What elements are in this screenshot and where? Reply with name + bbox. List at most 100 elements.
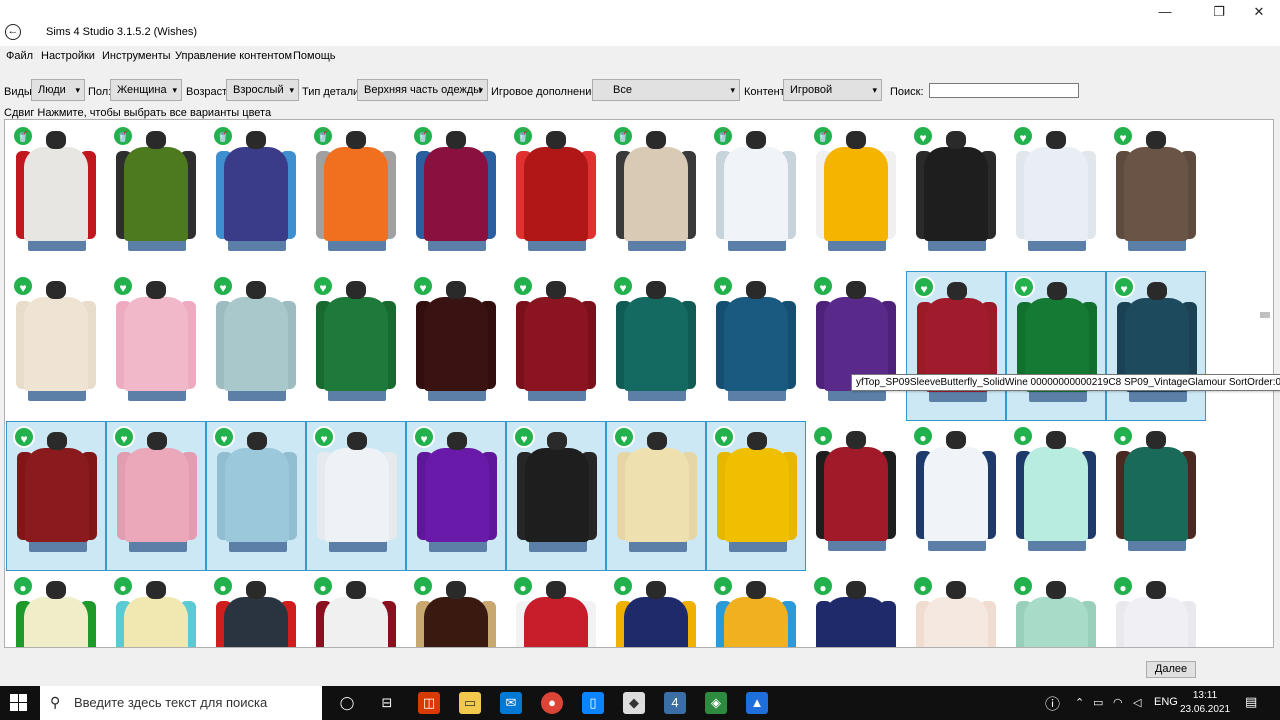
sim-head xyxy=(146,281,166,299)
item-thumbnail xyxy=(116,131,196,251)
item-tile[interactable]: 🥤 xyxy=(6,121,106,271)
item-tile[interactable]: ♥ xyxy=(606,421,706,571)
item-tile[interactable]: ♥ xyxy=(706,271,806,421)
item-tile[interactable]: ● xyxy=(906,421,1006,571)
tray-chevron-icon[interactable]: ⌃ xyxy=(1075,696,1084,709)
item-tile[interactable]: ● xyxy=(806,571,906,647)
item-tile[interactable]: 🥤 xyxy=(406,121,506,271)
gender-select[interactable]: Женщина ▾ xyxy=(110,79,182,101)
phone-icon[interactable]: ▯ xyxy=(582,692,604,714)
title-bar: ← Sims 4 Studio 3.1.5.2 (Wishes) — ❐ ✕ xyxy=(0,0,1280,46)
item-tile[interactable]: 🥤 xyxy=(506,121,606,271)
item-tile[interactable]: 🥤 xyxy=(306,121,406,271)
back-arrow-icon[interactable]: ← xyxy=(5,24,21,40)
part-type-value: Верхняя часть одежды xyxy=(364,84,482,96)
item-tile[interactable]: ● xyxy=(206,571,306,647)
package-icon[interactable]: ◆ xyxy=(623,692,645,714)
close-button[interactable]: ✕ xyxy=(1236,0,1280,24)
menu-help[interactable]: Помощь xyxy=(293,50,336,62)
item-tile[interactable]: ♥ xyxy=(6,421,106,571)
maps-icon[interactable]: ◈ xyxy=(705,692,727,714)
item-tile[interactable]: ● xyxy=(106,571,206,647)
volume-icon[interactable]: ◁ xyxy=(1133,696,1141,709)
item-thumbnail xyxy=(516,131,596,251)
part-type-select[interactable]: Верхняя часть одежды ▾ xyxy=(357,79,488,101)
sim-head xyxy=(546,281,566,299)
item-tile[interactable]: ♥ xyxy=(106,421,206,571)
taskbar-search[interactable]: ⚲ Введите здесь текст для поиска xyxy=(40,686,322,720)
item-tile[interactable]: ♥ xyxy=(206,421,306,571)
sims4studio-icon[interactable]: 4 xyxy=(664,692,686,714)
item-tile[interactable]: ● xyxy=(706,571,806,647)
menu-tools[interactable]: Инструменты xyxy=(102,50,171,62)
item-tile[interactable]: ● xyxy=(906,571,1006,647)
sim-head xyxy=(346,281,366,299)
item-tile[interactable]: ● xyxy=(806,421,906,571)
item-tile[interactable]: ♥ xyxy=(406,271,506,421)
shirt-body xyxy=(625,448,689,542)
item-tile[interactable]: 🥤 xyxy=(806,121,906,271)
item-tile[interactable]: ♥ xyxy=(1006,121,1106,271)
item-thumbnail xyxy=(16,281,96,401)
minimize-button[interactable]: — xyxy=(1142,0,1188,24)
mail-icon[interactable]: ✉ xyxy=(500,692,522,714)
item-tile[interactable]: ● xyxy=(606,571,706,647)
item-tile[interactable]: ● xyxy=(1106,571,1206,647)
item-tile[interactable]: 🥤 xyxy=(606,121,706,271)
item-tile[interactable]: ● xyxy=(1106,421,1206,571)
clock-time: 13:11 xyxy=(1192,690,1218,701)
item-tile[interactable]: 🥤 xyxy=(106,121,206,271)
item-tile[interactable]: ● xyxy=(1006,571,1106,647)
item-tile[interactable]: ♥ xyxy=(106,271,206,421)
item-thumbnail xyxy=(317,432,397,552)
battery-icon[interactable]: ▭ xyxy=(1093,696,1103,709)
photos-icon[interactable]: ▲ xyxy=(746,692,768,714)
item-tile[interactable]: ♥ xyxy=(906,121,1006,271)
cortana-icon[interactable]: ◯ xyxy=(336,692,358,714)
item-tile[interactable]: ♥ xyxy=(606,271,706,421)
item-tile[interactable]: ♥ xyxy=(906,271,1006,421)
item-tile[interactable]: ♥ xyxy=(206,271,306,421)
help-icon[interactable]: ⓘ xyxy=(1045,693,1060,714)
windows-start-icon[interactable] xyxy=(10,694,28,712)
item-tile[interactable]: ♥ xyxy=(1006,271,1106,421)
item-tile[interactable]: 🥤 xyxy=(206,121,306,271)
item-tile[interactable]: ♥ xyxy=(306,271,406,421)
next-button[interactable]: Далее xyxy=(1146,661,1196,678)
clock[interactable]: 13:11 23.06.2021 xyxy=(1180,689,1230,717)
item-tile[interactable]: ● xyxy=(1006,421,1106,571)
item-tile[interactable]: ♥ xyxy=(506,421,606,571)
office-icon[interactable]: ◫ xyxy=(418,692,440,714)
item-tile[interactable]: ● xyxy=(506,571,606,647)
item-tile[interactable]: 🥤 xyxy=(706,121,806,271)
search-input[interactable] xyxy=(929,83,1079,98)
item-tile[interactable]: ♥ xyxy=(306,421,406,571)
scrollbar-thumb[interactable] xyxy=(1260,312,1270,318)
explorer-icon[interactable]: ▭ xyxy=(459,692,481,714)
wifi-icon[interactable]: ◠ xyxy=(1113,696,1123,709)
menu-content-management[interactable]: Управление контентом xyxy=(175,50,292,62)
sim-head xyxy=(646,131,666,149)
drink-icon: 🥤 xyxy=(512,125,534,147)
notifications-icon[interactable]: ▤ xyxy=(1245,694,1257,710)
pack-select[interactable]: Все ▾ xyxy=(592,79,740,101)
menu-file[interactable]: Файл xyxy=(6,50,33,62)
item-tile[interactable]: ♥ xyxy=(1106,121,1206,271)
menu-settings[interactable]: Настройки xyxy=(41,50,95,62)
item-tile[interactable]: ● xyxy=(6,571,106,647)
item-tile[interactable]: ♥ xyxy=(506,271,606,421)
item-tile[interactable]: ● xyxy=(406,571,506,647)
item-tile[interactable]: ♥ xyxy=(6,271,106,421)
sim-head xyxy=(246,281,266,299)
chrome-icon[interactable]: ● xyxy=(541,692,563,714)
language-indicator[interactable]: ENG xyxy=(1154,696,1178,708)
content-select[interactable]: Игровой ▾ xyxy=(783,79,882,101)
item-tile[interactable]: ♥ xyxy=(706,421,806,571)
item-tile[interactable]: ♥ xyxy=(1106,271,1206,421)
item-tile[interactable]: ● xyxy=(306,571,406,647)
item-tile[interactable]: ♥ xyxy=(406,421,506,571)
age-select[interactable]: Взрослый ▾ xyxy=(226,79,299,101)
item-tile[interactable]: ♥ xyxy=(806,271,906,421)
species-select[interactable]: Люди ▾ xyxy=(31,79,85,101)
taskview-icon[interactable]: ⊟ xyxy=(376,692,398,714)
